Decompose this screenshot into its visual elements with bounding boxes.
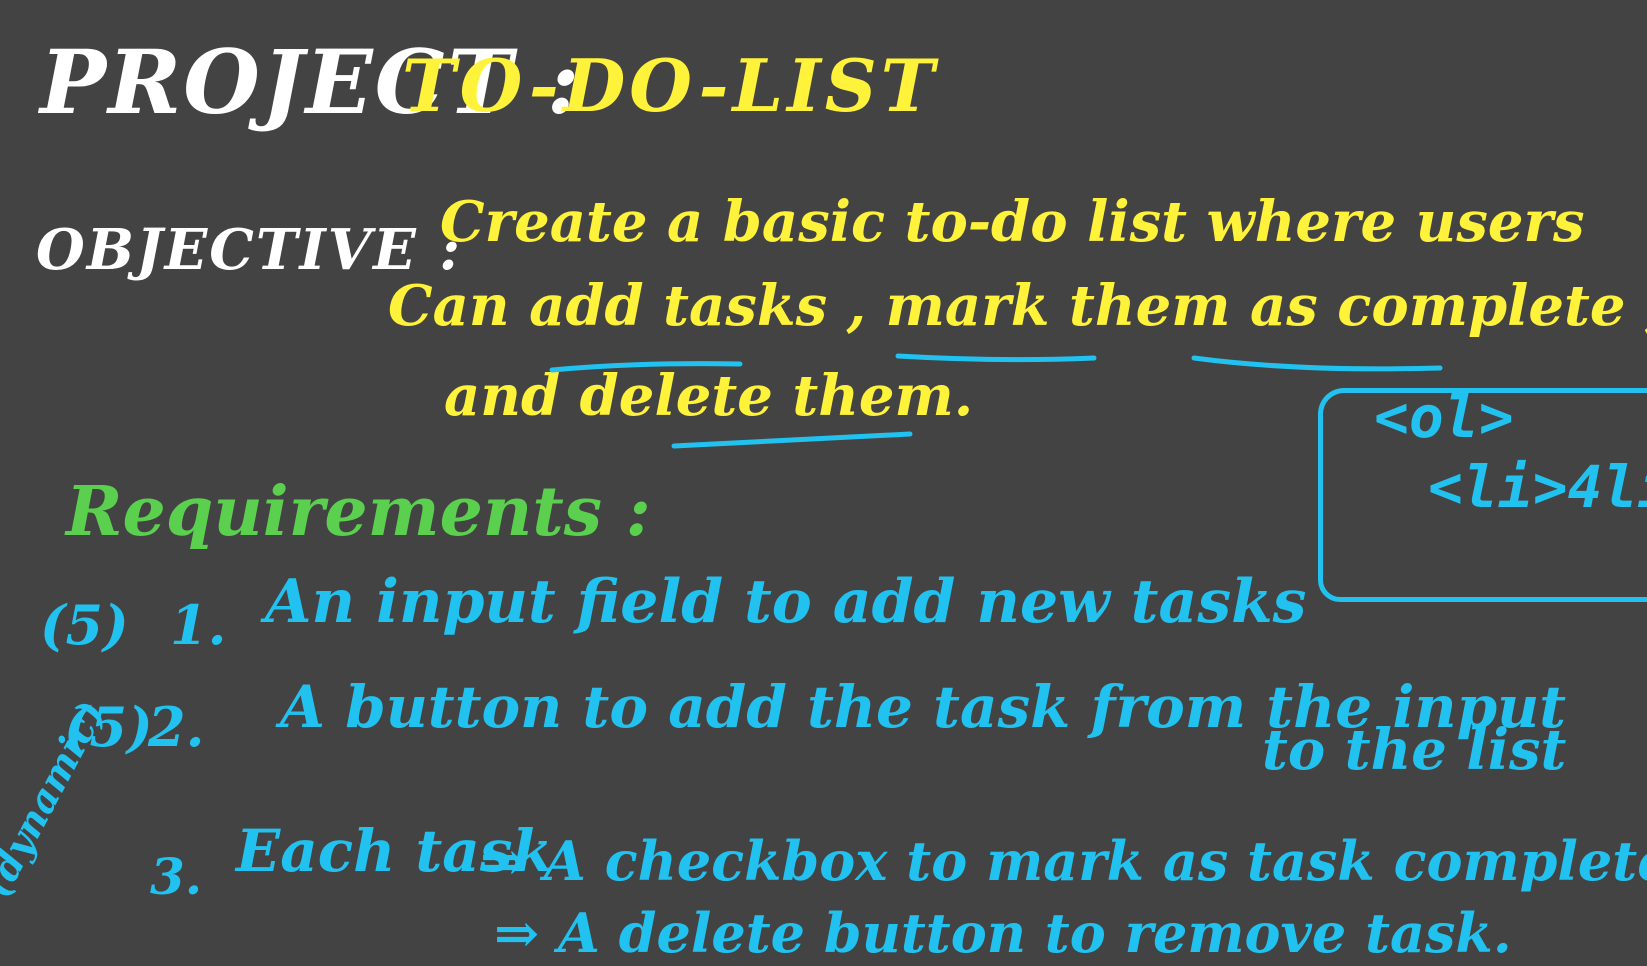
whiteboard: PROJECT : TO-DO-LIST OBJECTIVE : Create … xyxy=(0,0,1647,966)
requirement-3-number: 3. xyxy=(150,847,203,906)
requirement-1-number: 1. xyxy=(170,593,227,657)
requirement-3-subitem-delete: ⇒ A delete button to remove task. xyxy=(494,901,1512,965)
requirement-2-number: 2. xyxy=(148,695,205,759)
li-tag-note: <li>4li xyxy=(1428,453,1647,521)
underline-add-tasks xyxy=(549,361,743,373)
requirement-2-continuation: to the list xyxy=(1262,717,1567,783)
underline-delete-them xyxy=(671,431,913,449)
requirement-1-mark: (5) xyxy=(40,593,129,657)
underline-mark-them xyxy=(895,353,1097,363)
requirement-1-text: An input field to add new tasks xyxy=(265,567,1307,637)
requirement-3-subitem-checkbox: ⇒ A checkbox to mark as task complete xyxy=(480,829,1647,893)
underline-as-complete xyxy=(1191,355,1443,372)
ol-tag-note: <ol> xyxy=(1374,383,1514,451)
requirements-label: Requirements : xyxy=(66,472,651,552)
